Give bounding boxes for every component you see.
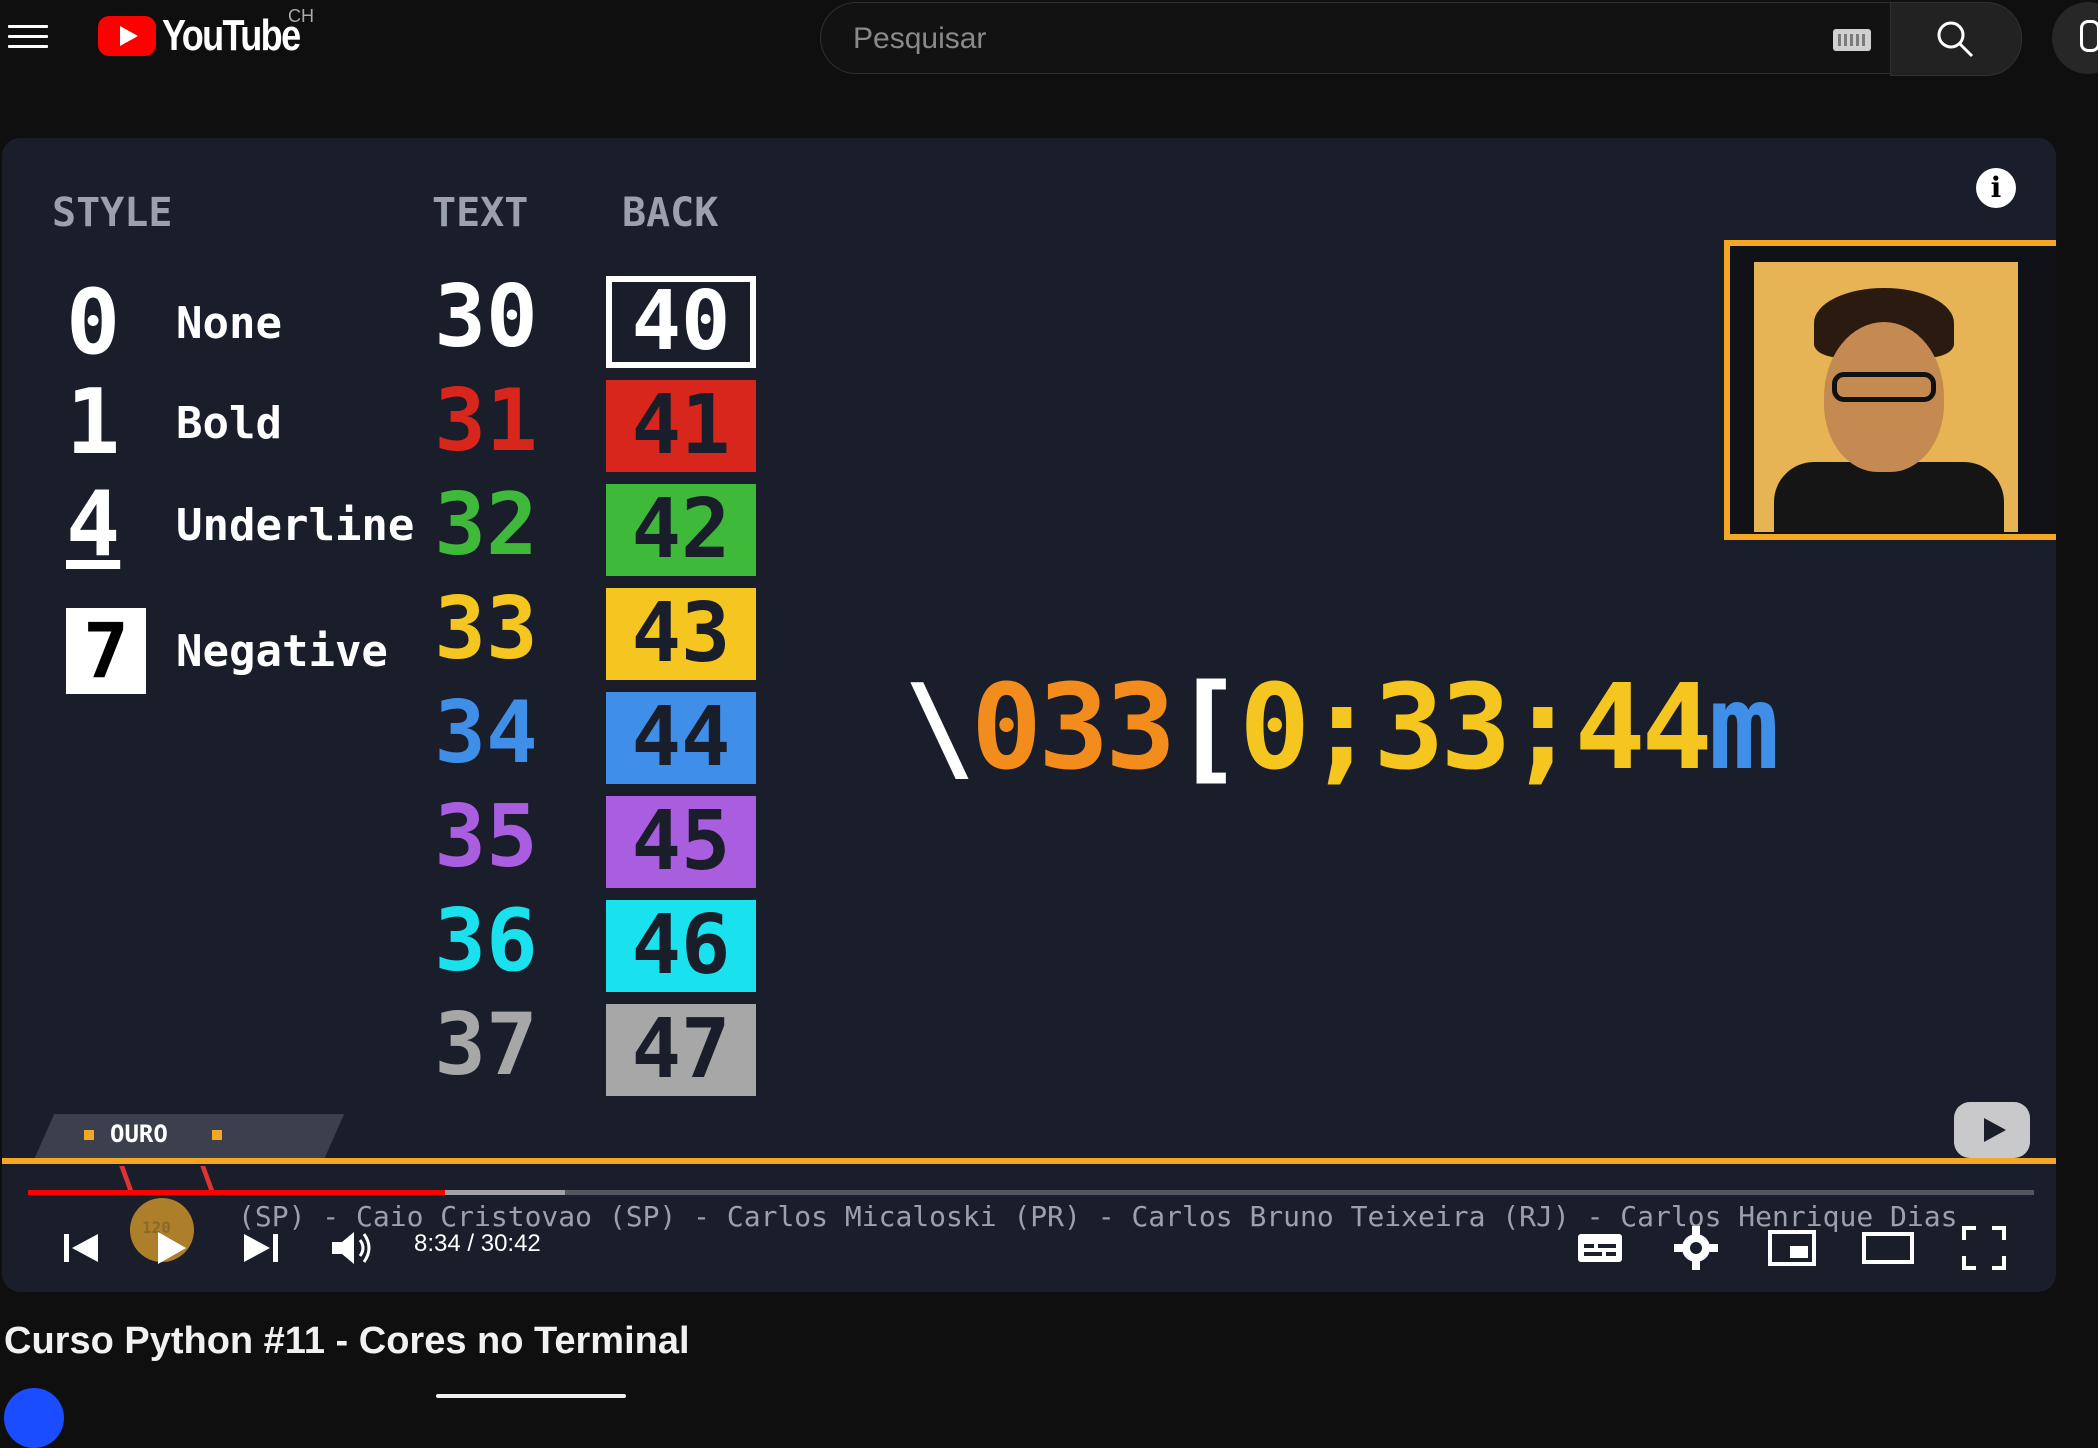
settings-gear-icon[interactable] xyxy=(1668,1220,1724,1276)
youtube-play-logo-icon xyxy=(98,16,156,56)
time-display: 8:34 / 30:42 xyxy=(414,1230,541,1257)
search-icon xyxy=(1937,21,1974,58)
subscribe-button[interactable] xyxy=(436,1394,626,1398)
escape-code: 033 xyxy=(971,658,1176,796)
info-icon[interactable]: i xyxy=(1976,168,2016,208)
style-label: Negative xyxy=(176,626,388,677)
text-code: 36 xyxy=(434,891,538,991)
escape-bracket: [ xyxy=(1172,658,1243,796)
back-code: 40 xyxy=(606,276,756,368)
text-heading: TEXT xyxy=(432,190,529,236)
escape-slash: \ xyxy=(904,658,975,796)
previous-icon[interactable] xyxy=(54,1220,110,1276)
badge-dot xyxy=(212,1130,222,1140)
back-code: 42 xyxy=(606,484,756,576)
text-code: 30 xyxy=(434,267,538,367)
badge-background xyxy=(33,1114,345,1160)
text-code: 37 xyxy=(434,995,538,1095)
back-heading: BACK xyxy=(622,190,719,236)
hamburger-menu-icon[interactable] xyxy=(8,18,48,50)
style-label: None xyxy=(176,298,282,349)
text-code: 33 xyxy=(434,579,538,679)
fullscreen-icon[interactable] xyxy=(1956,1220,2012,1276)
badge-dot xyxy=(84,1130,94,1140)
accent-line xyxy=(2,1158,2056,1164)
style-heading: STYLE xyxy=(52,190,173,236)
video-player[interactable]: i STYLE TEXT BACK 0 None 1 Bold 4 Underl… xyxy=(2,138,2056,1292)
style-num: 1 xyxy=(66,370,121,475)
voice-search-mic-icon[interactable] xyxy=(2052,2,2098,74)
back-code: 46 xyxy=(606,900,756,992)
search-input[interactable] xyxy=(851,3,1755,75)
search-button[interactable] xyxy=(1890,2,2022,76)
back-code: 47 xyxy=(606,1004,756,1096)
theater-mode-icon[interactable] xyxy=(1860,1220,1916,1276)
keyboard-icon[interactable] xyxy=(1833,29,1871,51)
presenter-photo xyxy=(1754,262,2018,532)
style-num-negative: 7 xyxy=(66,608,146,694)
back-code: 41 xyxy=(606,380,756,472)
back-code: 45 xyxy=(606,796,756,888)
style-num: 0 xyxy=(66,270,121,375)
logo-wordmark: YouTube xyxy=(162,11,301,60)
miniplayer-icon[interactable] xyxy=(1764,1220,1820,1276)
back-code: 44 xyxy=(606,692,756,784)
text-code: 35 xyxy=(434,787,538,887)
next-icon[interactable] xyxy=(232,1220,288,1276)
country-code: CH xyxy=(288,6,314,26)
text-code: 32 xyxy=(434,475,538,575)
youtube-watermark-icon[interactable] xyxy=(1954,1102,2030,1158)
back-code: 43 xyxy=(606,588,756,680)
search-box xyxy=(820,2,1891,75)
subtitles-icon[interactable] xyxy=(1572,1220,1628,1276)
text-code: 31 xyxy=(434,371,538,471)
masthead: YouTube CH xyxy=(0,0,2098,80)
escape-style: 0;33;44 xyxy=(1239,658,1712,796)
progress-played xyxy=(28,1190,445,1195)
escape-end: m xyxy=(1708,658,1780,796)
avatar[interactable] xyxy=(4,1388,64,1448)
webcam-frame xyxy=(1724,240,2056,540)
video-title: Curso Python #11 - Cores no Terminal xyxy=(4,1320,690,1362)
play-icon[interactable] xyxy=(142,1220,198,1276)
volume-icon[interactable] xyxy=(324,1220,380,1276)
style-label: Underline xyxy=(176,500,415,551)
medal-ribbon xyxy=(119,1166,215,1192)
style-num: 4 xyxy=(66,472,121,577)
text-code: 34 xyxy=(434,683,538,783)
escape-sequence: \033[0;33;44m xyxy=(904,668,1780,786)
badge-label: OURO xyxy=(110,1120,168,1148)
style-label: Bold xyxy=(176,398,282,449)
